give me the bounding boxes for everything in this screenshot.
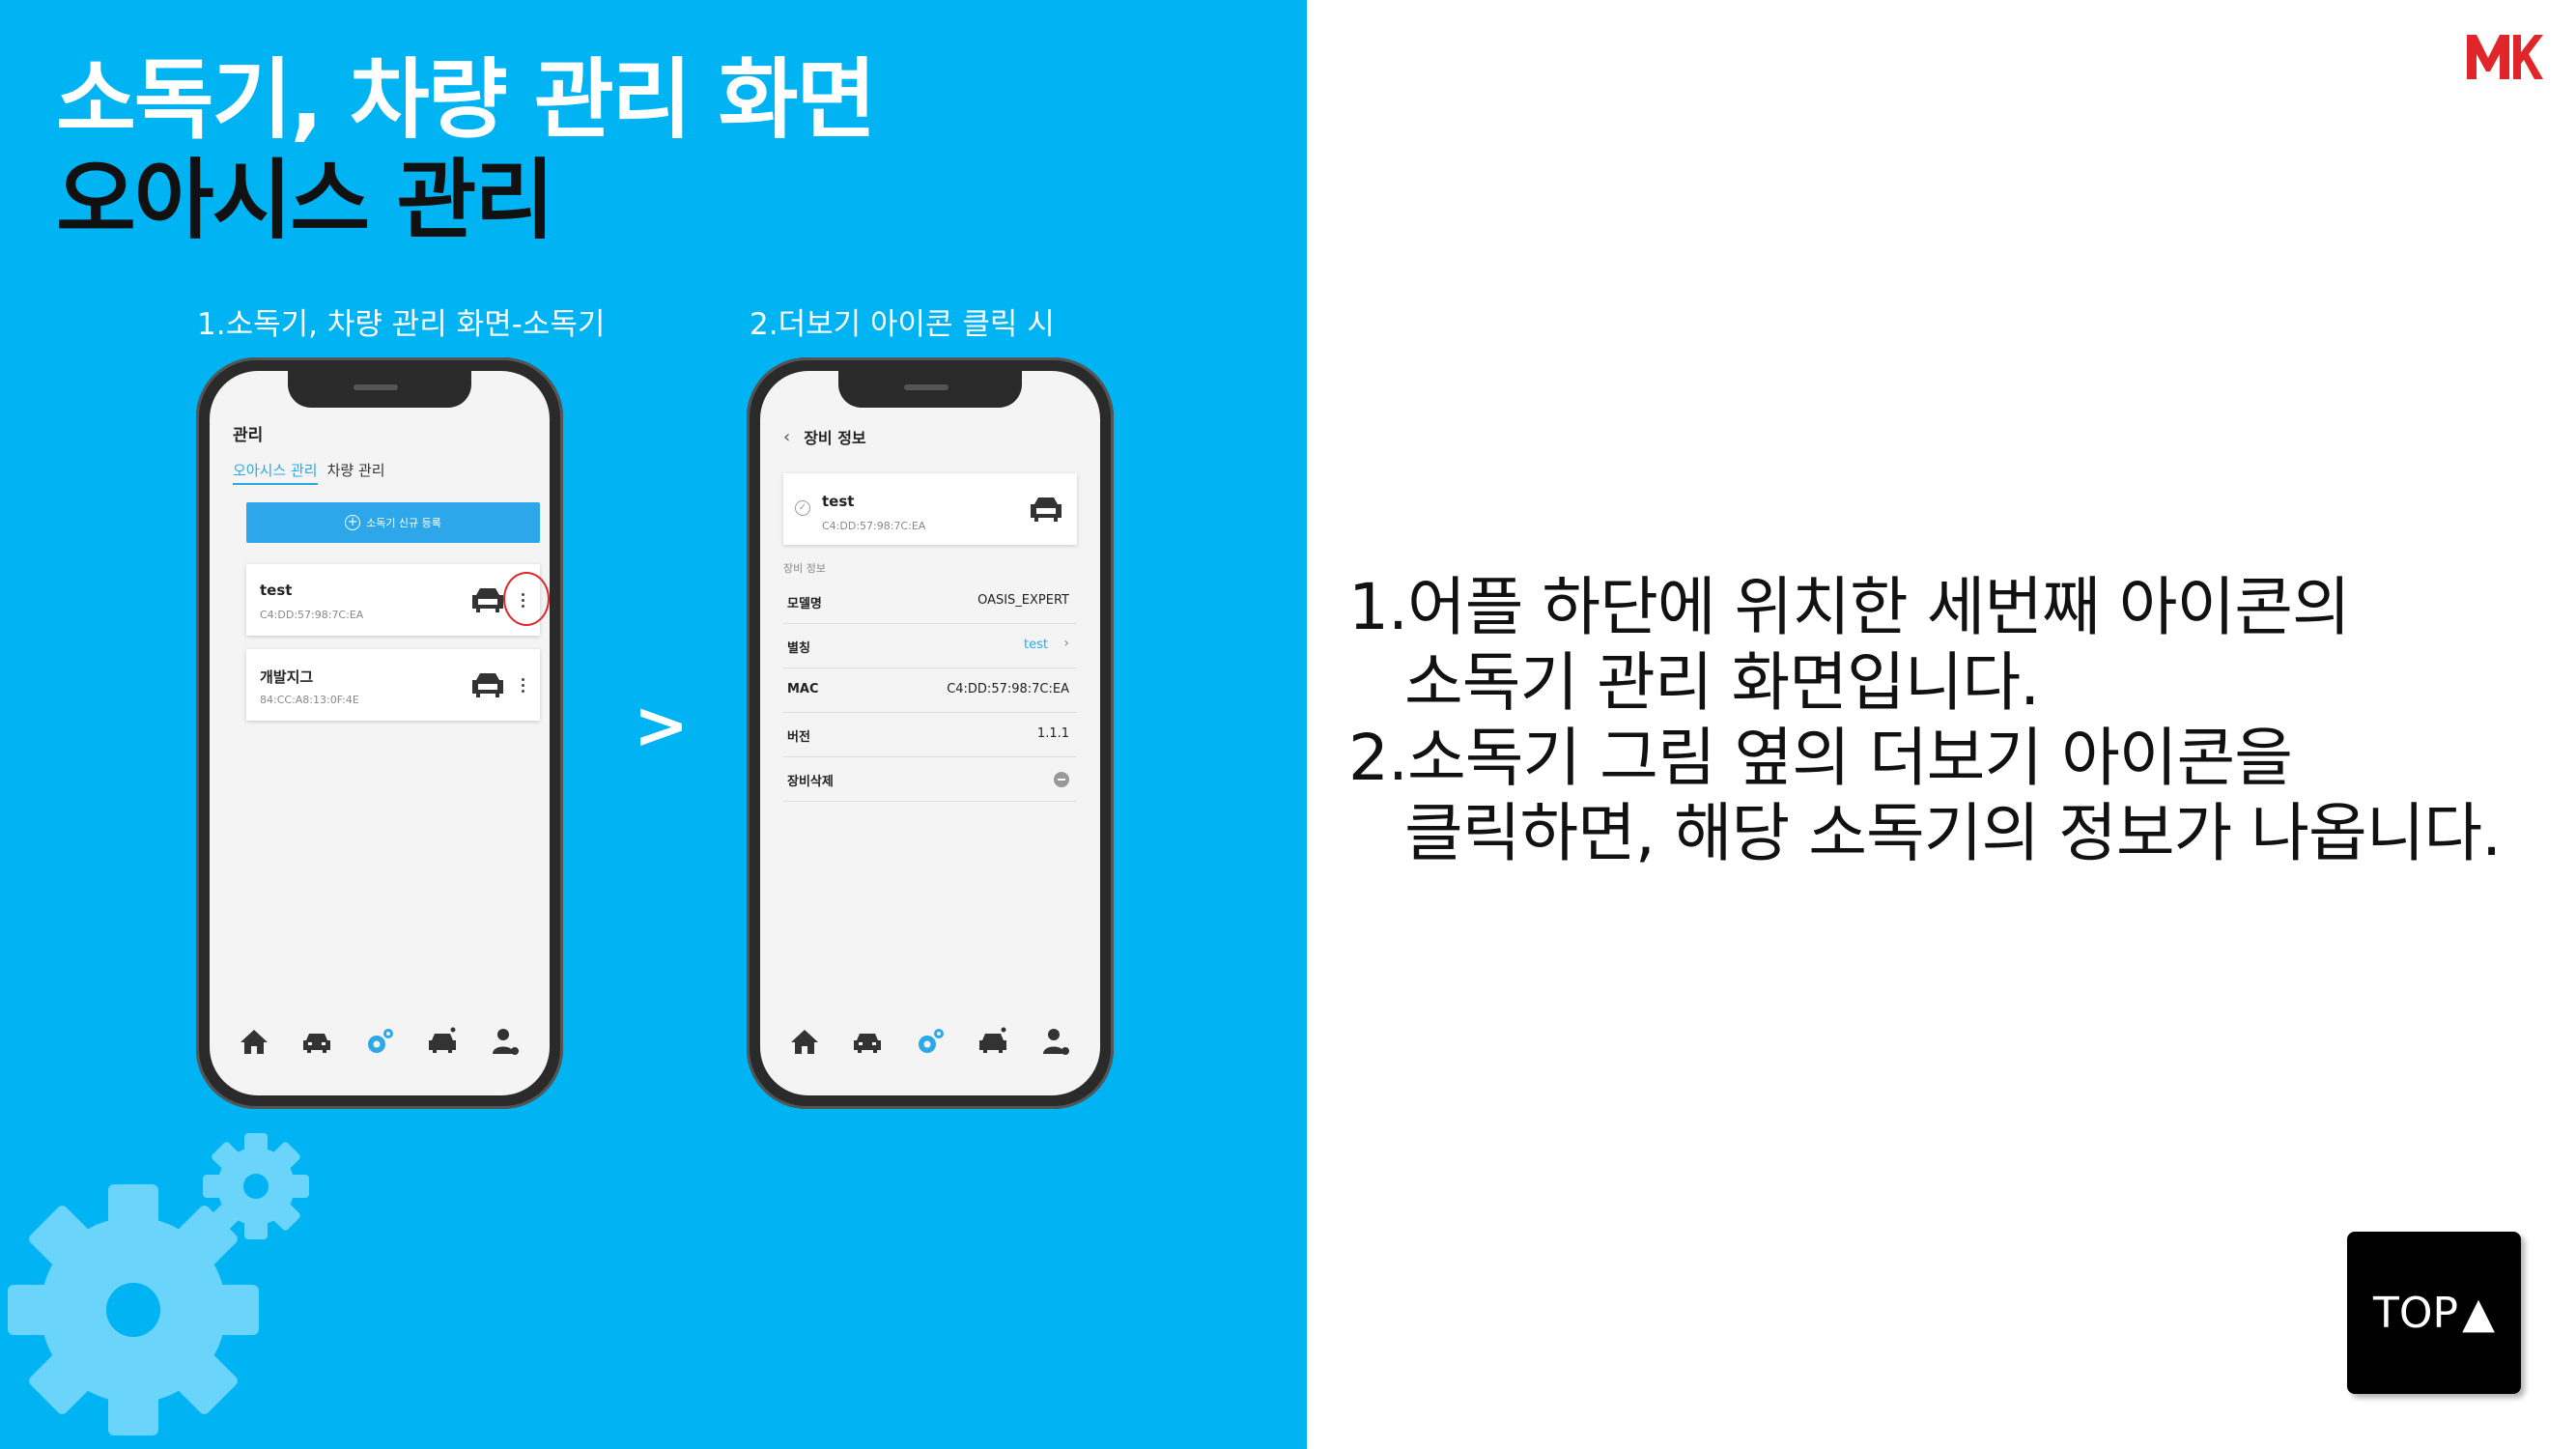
info-row-model: 모델명 OASIS_EXPERT xyxy=(783,580,1077,624)
device-name: 개발지그 xyxy=(260,668,314,686)
device-mac: C4:DD:57:98:7C:EA xyxy=(260,609,364,621)
slide-subtitle: 오아시스 관리 xyxy=(56,150,554,251)
row-value: 1.1.1 xyxy=(1036,726,1069,741)
device-name: test xyxy=(260,582,293,599)
info-row-delete[interactable]: 장비삭제 xyxy=(783,757,1077,802)
row-key: 장비삭제 xyxy=(787,775,834,789)
caption-screen-2: 2.더보기 아이콘 클릭 시 xyxy=(750,307,1055,342)
gear-icon[interactable] xyxy=(363,1025,396,1058)
disinfector-car-icon xyxy=(472,588,503,612)
description-line: 클릭하면, 해당 소독기의 정보가 나옵니다. xyxy=(1404,796,2502,870)
description-line: 소독기 관리 화면입니다. xyxy=(1404,645,2040,720)
mk-logo xyxy=(2467,35,2543,79)
chevron-right-icon: › xyxy=(1063,636,1069,651)
car-wash-icon[interactable] xyxy=(977,1025,1009,1058)
device-card[interactable]: 개발지그 84:CC:A8:13:0F:4E xyxy=(246,649,540,721)
phone-notch xyxy=(838,371,1022,408)
row-value: C4:DD:57:98:7C:EA xyxy=(947,682,1069,696)
screen-title: 장비 정보 xyxy=(804,429,866,447)
decorative-gears-icon xyxy=(8,1133,309,1435)
phone-mockup-1: 관리 오아시스 관리 차량 관리 + 소독기 신규 등록 test C4:DD:… xyxy=(196,357,563,1109)
disinfector-car-icon xyxy=(472,673,503,697)
highlight-circle xyxy=(503,572,550,626)
back-chevron-icon[interactable]: ‹ xyxy=(783,427,790,447)
slide: 소독기, 차량 관리 화면 오아시스 관리 1.소독기, 차량 관리 화면-소독… xyxy=(0,0,2576,1449)
check-circle-icon: ✓ xyxy=(795,500,810,516)
row-key: 별칭 xyxy=(787,641,810,656)
phone-mockup-2: ‹ 장비 정보 ✓ test C4:DD:57:98:7C:EA 장비 정보 모… xyxy=(747,357,1114,1109)
bottom-nav xyxy=(210,1022,550,1061)
triangle-up-icon: ▲ xyxy=(2462,1288,2495,1338)
user-icon[interactable] xyxy=(1039,1025,1072,1058)
device-name: test xyxy=(822,493,855,510)
gear-icon[interactable] xyxy=(914,1025,947,1058)
info-row-mac: MAC C4:DD:57:98:7C:EA xyxy=(783,668,1077,713)
more-options-icon[interactable] xyxy=(517,670,528,699)
user-icon[interactable] xyxy=(489,1025,522,1058)
info-row-version: 버전 1.1.1 xyxy=(783,713,1077,757)
phone-notch xyxy=(288,371,471,408)
car-icon[interactable] xyxy=(300,1025,333,1058)
left-panel: 소독기, 차량 관리 화면 오아시스 관리 1.소독기, 차량 관리 화면-소독… xyxy=(0,0,1307,1449)
row-key: MAC xyxy=(787,682,819,696)
tab-bar: 오아시스 관리 차량 관리 xyxy=(233,460,385,485)
description-line: 1.어플 하단에 위치한 세번째 아이콘의 xyxy=(1348,570,2351,644)
row-key: 모델명 xyxy=(787,597,822,611)
top-button[interactable]: TOP ▲ xyxy=(2347,1232,2521,1394)
phone-screen-2: ‹ 장비 정보 ✓ test C4:DD:57:98:7C:EA 장비 정보 모… xyxy=(760,371,1100,1095)
top-button-label: TOP xyxy=(2373,1288,2459,1338)
section-label: 장비 정보 xyxy=(783,562,826,575)
tab-vehicle[interactable]: 차량 관리 xyxy=(327,460,385,485)
remove-circle-icon[interactable] xyxy=(1054,772,1069,787)
device-mac: C4:DD:57:98:7C:EA xyxy=(822,520,926,532)
caption-screen-1: 1.소독기, 차량 관리 화면-소독기 xyxy=(197,307,606,342)
plus-circle-icon: + xyxy=(345,515,361,530)
register-device-button[interactable]: + 소독기 신규 등록 xyxy=(246,502,540,543)
slide-title: 소독기, 차량 관리 화면 xyxy=(56,49,876,151)
home-icon[interactable] xyxy=(788,1025,821,1058)
description-text: 1.어플 하단에 위치한 세번째 아이콘의 소독기 관리 화면입니다. 2.소독… xyxy=(1348,570,2502,871)
bottom-nav xyxy=(760,1022,1100,1061)
info-list: 모델명 OASIS_EXPERT 별칭 test › MAC C4:DD:57:… xyxy=(783,580,1077,802)
screen-header: ‹ 장비 정보 xyxy=(783,425,866,448)
register-button-label: 소독기 신규 등록 xyxy=(366,517,441,529)
home-icon[interactable] xyxy=(238,1025,270,1058)
info-row-alias[interactable]: 별칭 test › xyxy=(783,624,1077,668)
tab-oasis[interactable]: 오아시스 관리 xyxy=(233,460,318,485)
arrow-separator: > xyxy=(634,688,689,764)
device-info-card: ✓ test C4:DD:57:98:7C:EA xyxy=(783,473,1077,545)
description-line: 2.소독기 그림 옆의 더보기 아이콘을 xyxy=(1348,721,2293,795)
disinfector-car-icon xyxy=(1031,497,1062,522)
row-value: OASIS_EXPERT xyxy=(977,593,1069,608)
car-wash-icon[interactable] xyxy=(426,1025,459,1058)
device-mac: 84:CC:A8:13:0F:4E xyxy=(260,694,359,706)
device-card[interactable]: test C4:DD:57:98:7C:EA xyxy=(246,564,550,636)
screen-header: 관리 xyxy=(233,426,264,445)
row-key: 버전 xyxy=(787,730,810,745)
phone-screen-1: 관리 오아시스 관리 차량 관리 + 소독기 신규 등록 test C4:DD:… xyxy=(210,371,550,1095)
car-icon[interactable] xyxy=(851,1025,884,1058)
row-value: test xyxy=(1024,638,1048,652)
